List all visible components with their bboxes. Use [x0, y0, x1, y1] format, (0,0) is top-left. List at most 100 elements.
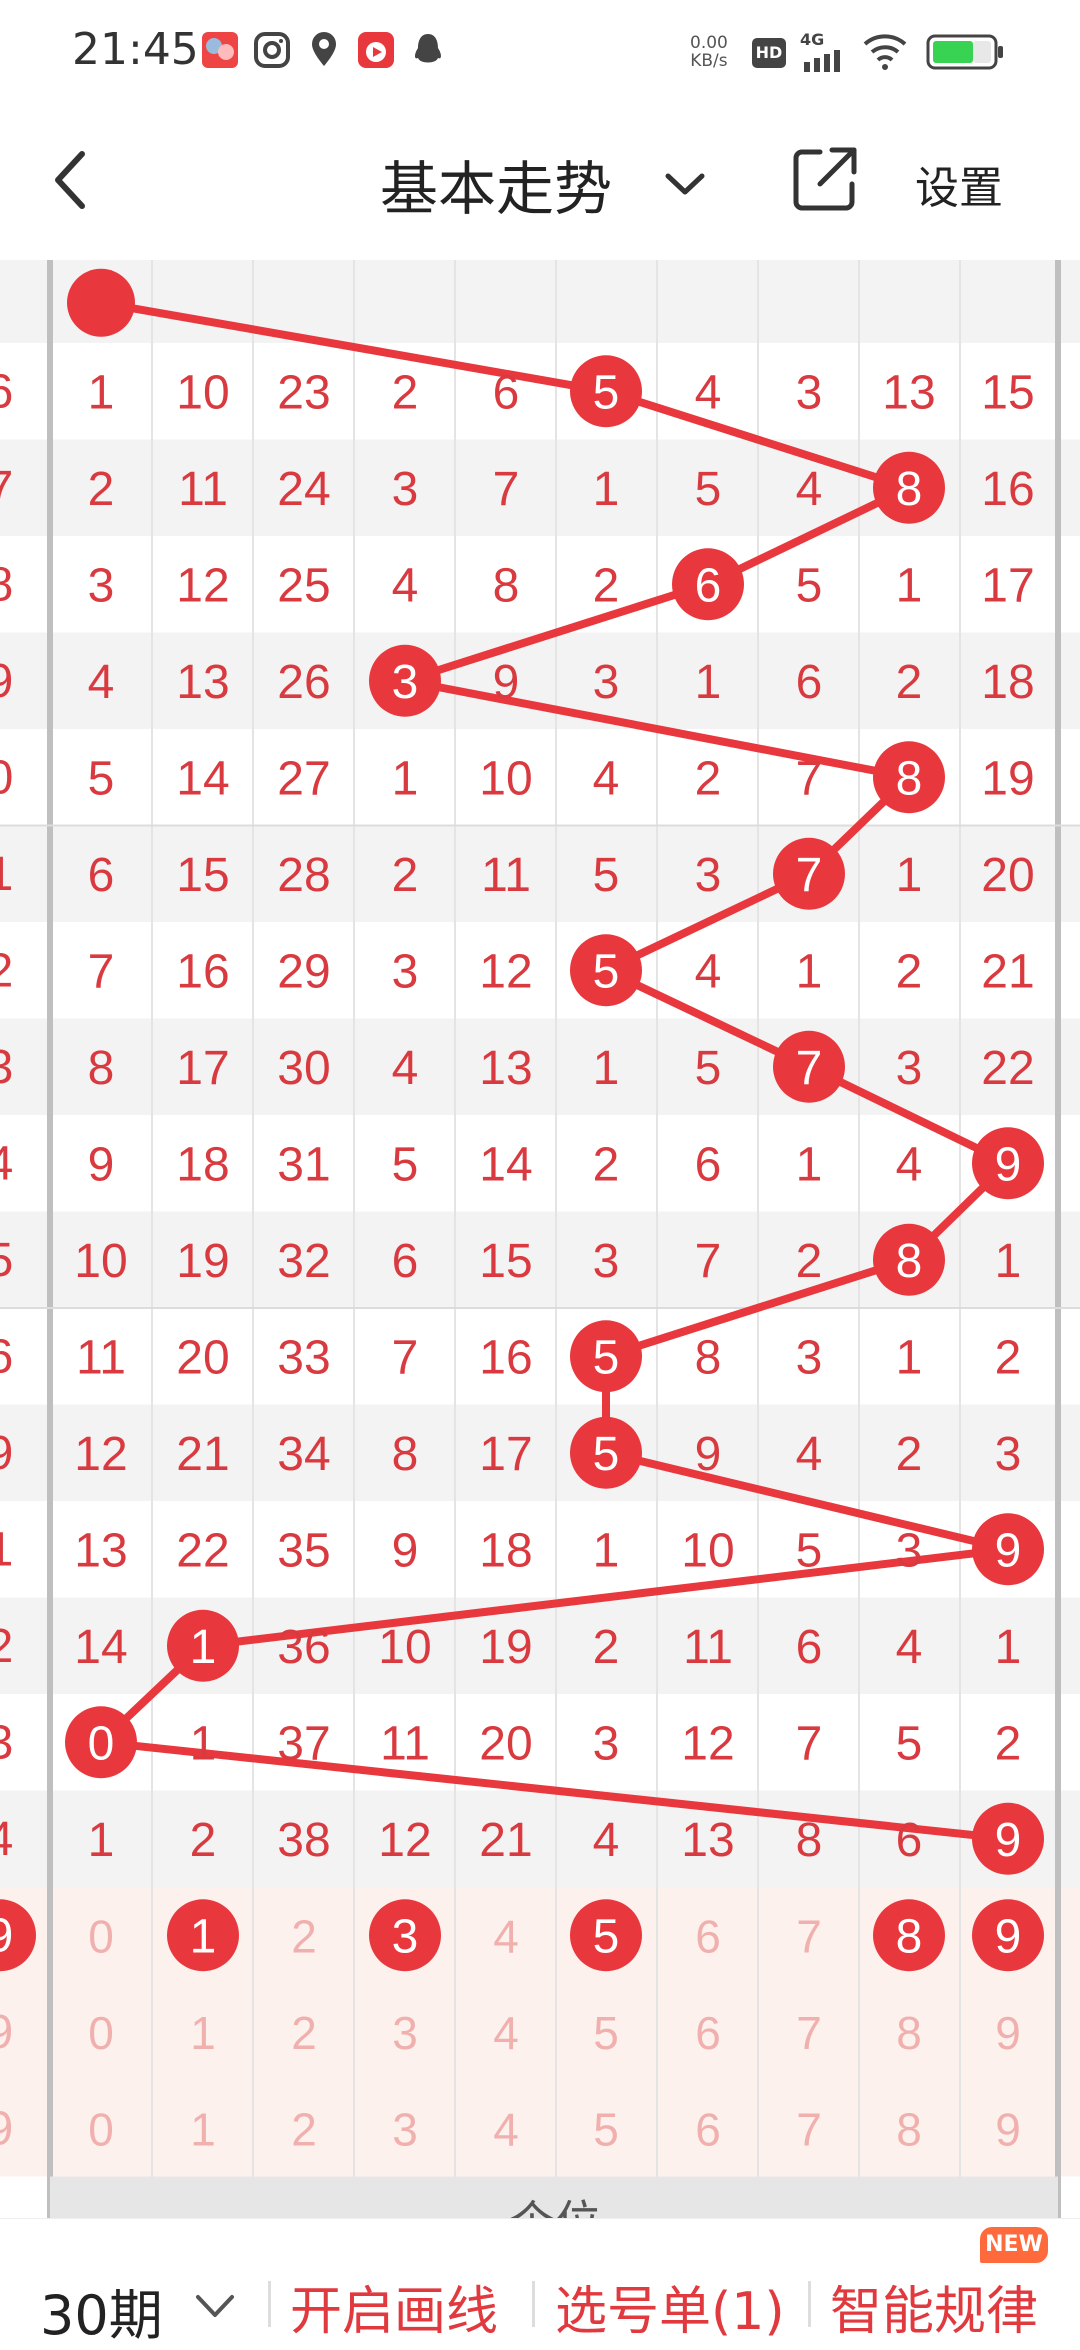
- trend-ball-label: 5: [593, 366, 620, 419]
- stats-ball-label: 8: [896, 1910, 923, 1963]
- grid-cell: 2: [392, 849, 419, 902]
- stats-cell: 7: [796, 2103, 822, 2155]
- grid-cell: 17: [479, 1428, 532, 1481]
- grid-cell: 18: [479, 1524, 532, 1577]
- chevron-down-icon[interactable]: [192, 2289, 238, 2323]
- grid-cell: 3: [796, 1331, 823, 1384]
- grid-cell: 17: [981, 559, 1034, 612]
- grid-cell: 1: [995, 1621, 1022, 1674]
- page-title[interactable]: 基本走势: [380, 142, 612, 226]
- grid-cell: 2: [995, 1331, 1022, 1384]
- grid-cell: 11: [76, 1331, 126, 1384]
- grid-cell: 32: [277, 1235, 330, 1288]
- stats-cell: 4: [493, 2103, 519, 2155]
- video-app-icon: [358, 32, 394, 68]
- grid-cell: 5: [392, 1138, 419, 1191]
- grid-cell: 2: [593, 559, 620, 612]
- grid-cell: 7: [796, 1717, 823, 1770]
- location-icon: [312, 32, 336, 66]
- draw-line-button[interactable]: 开启画线: [290, 2269, 498, 2344]
- trend-ball-label: 9: [995, 1814, 1022, 1867]
- grid-cell: 1: [796, 1138, 823, 1191]
- status-bar: 21:45 0.00 KB/s HD 4G: [0, 0, 1080, 100]
- grid-cell: 3: [88, 559, 115, 612]
- grid-cell: 3: [593, 1235, 620, 1288]
- left-partial-cell: 6: [0, 1330, 13, 1383]
- stats-cell: 1: [190, 2103, 216, 2155]
- grid-cell: 24: [277, 463, 330, 516]
- qq-icon: [415, 34, 441, 63]
- grid-cell: 12: [378, 1814, 431, 1867]
- grid-cell: 4: [796, 1428, 823, 1481]
- grid-cell: 3: [896, 1042, 923, 1095]
- grid-cell: 7: [88, 945, 115, 998]
- row-stripe: [0, 260, 1080, 343]
- grid-cell: 30: [277, 1042, 330, 1095]
- stats-cell: 3: [392, 2007, 418, 2059]
- grid-cell: 1: [392, 752, 419, 805]
- share-icon[interactable]: [790, 144, 860, 214]
- left-partial-cell: 2: [0, 1620, 13, 1673]
- grid-cell: 5: [695, 463, 722, 516]
- grid-cell: 5: [695, 1042, 722, 1095]
- grid-cell: 8: [88, 1042, 115, 1095]
- stats-cell: 1: [190, 2007, 216, 2059]
- settings-button[interactable]: 设置: [915, 152, 1003, 216]
- trend-ball-label: 7: [796, 1042, 823, 1095]
- grid-cell: 1: [796, 945, 823, 998]
- trend-ball-label: 8: [896, 1235, 923, 1288]
- stats-cell: 5: [593, 2103, 619, 2155]
- stats-cell: 7: [796, 2007, 822, 2059]
- grid-cell: 1: [593, 463, 620, 516]
- trend-ball-label: 1: [190, 1621, 217, 1674]
- stats-cell: 9: [995, 2103, 1021, 2155]
- stats-ball-label: 3: [392, 1910, 419, 1963]
- wifi-icon: [863, 34, 907, 70]
- grid-cell: 37: [277, 1717, 330, 1770]
- trend-grid[interactable]: 6789012345691234110232654313152112437154…: [0, 260, 1080, 2218]
- grid-cell: 11: [683, 1621, 733, 1674]
- left-partial-cell: 5: [0, 1234, 13, 1287]
- footer-divider: [268, 2281, 271, 2327]
- grid-cell: 35: [277, 1524, 330, 1577]
- grid-cell: 17: [176, 1042, 229, 1095]
- stats-cell: 2: [291, 1910, 317, 1962]
- grid-cell: 6: [796, 656, 823, 709]
- chevron-down-icon[interactable]: [660, 164, 710, 204]
- grid-cell: 19: [479, 1621, 532, 1674]
- grid-cell: 10: [479, 752, 532, 805]
- grid-cell: 4: [896, 1138, 923, 1191]
- stats-cell: 0: [88, 2103, 114, 2155]
- grid-cell: 4: [392, 559, 419, 612]
- status-time: 21:45: [72, 24, 199, 75]
- left-partial-cell: 9: [0, 1909, 13, 1962]
- grid-cell: 1: [896, 849, 923, 902]
- grid-cell: 9: [695, 1428, 722, 1481]
- smart-rules-button[interactable]: 智能规律: [830, 2269, 1038, 2344]
- period-selector[interactable]: 30期: [40, 2271, 163, 2350]
- grid-cell: 2: [896, 656, 923, 709]
- selection-list-button[interactable]: 选号单(1): [555, 2269, 785, 2344]
- left-partial-cell: 9: [0, 655, 13, 708]
- hd-badge: HD: [752, 38, 786, 68]
- grid-cell: 10: [176, 366, 229, 419]
- grid-cell: 4: [593, 752, 620, 805]
- grid-cell: 3: [796, 366, 823, 419]
- grid-cell: 12: [74, 1428, 127, 1481]
- back-icon[interactable]: [40, 140, 110, 220]
- grid-cell: 6: [695, 1138, 722, 1191]
- grid-cell: 2: [896, 1428, 923, 1481]
- grid-cell: 16: [981, 463, 1034, 516]
- grid-cell: 6: [896, 1814, 923, 1867]
- stats-ball-label: 1: [190, 1910, 217, 1963]
- trend-ball-label: 8: [896, 463, 923, 516]
- stats-cell: 9: [995, 2007, 1021, 2059]
- grid-cell: 5: [796, 1524, 823, 1577]
- signal-label: 4G: [800, 30, 825, 49]
- grid-cell: 34: [277, 1428, 330, 1481]
- grid-cell: 8: [493, 559, 520, 612]
- grid-cell: 16: [479, 1331, 532, 1384]
- grid-cell: 20: [479, 1717, 532, 1770]
- grid-cell: 4: [695, 945, 722, 998]
- footer-toolbar: 30期 开启画线 选号单(1) 智能规律 NEW: [0, 2218, 1080, 2350]
